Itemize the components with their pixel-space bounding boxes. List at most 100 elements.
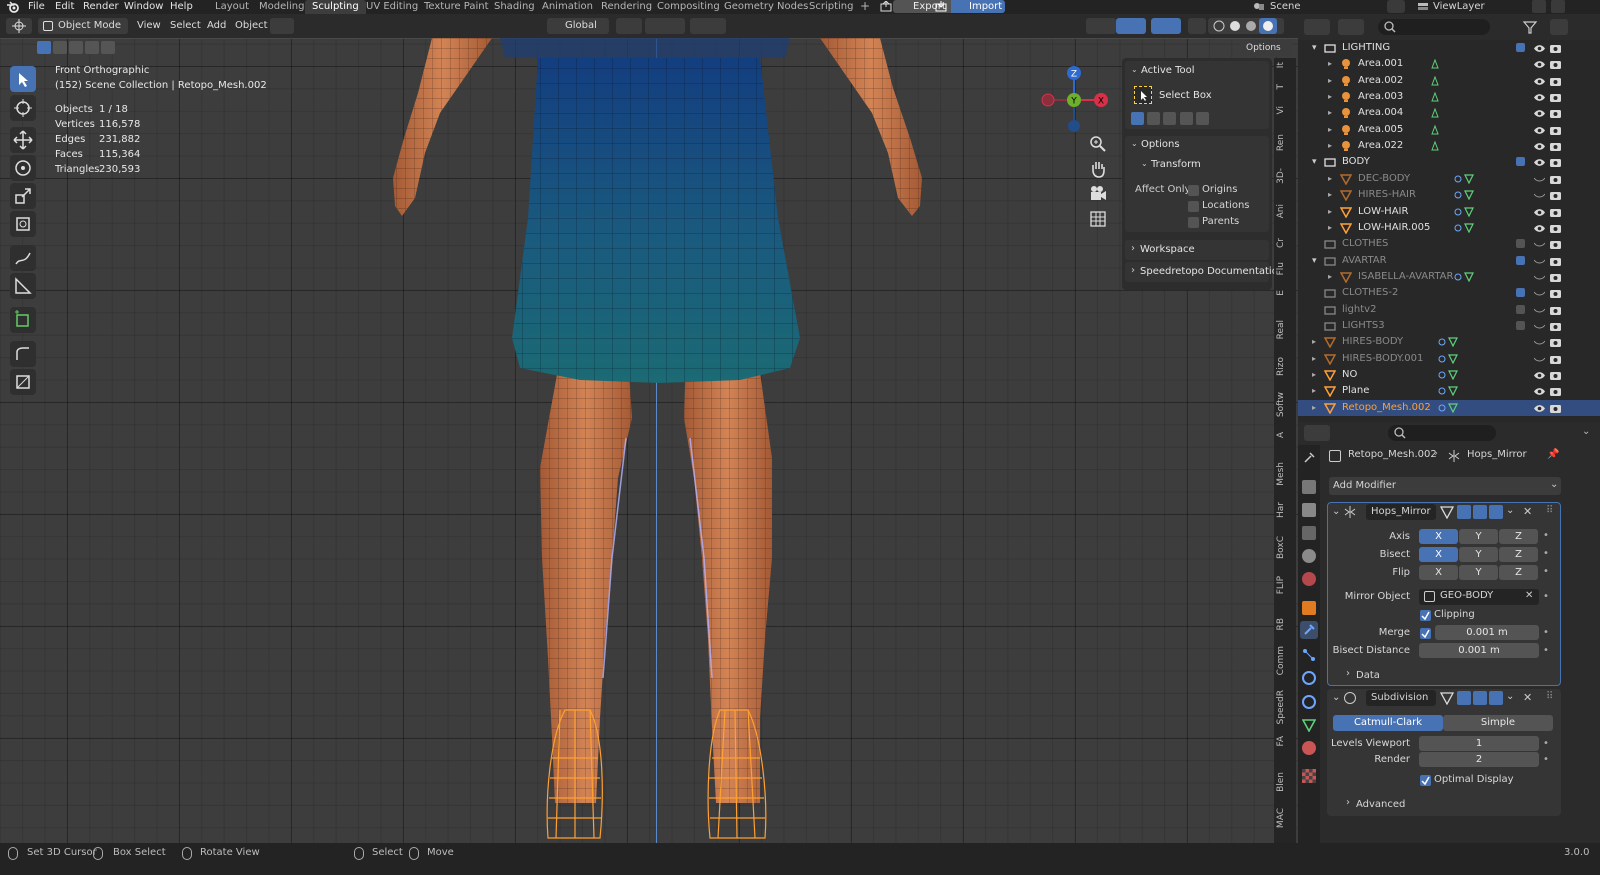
clipping-checkbox[interactable]	[1420, 610, 1431, 621]
render-camera-icon[interactable]	[1550, 305, 1561, 315]
bisect-distance-input[interactable]: 0.001 m	[1419, 643, 1539, 658]
overlay-toggle-icon[interactable]	[1151, 18, 1181, 34]
menu-window[interactable]: Window	[120, 0, 167, 14]
chevron-down-icon[interactable]: ⌄	[1506, 505, 1514, 516]
bisect-y-toggle[interactable]: Y	[1459, 547, 1498, 562]
outliner-row[interactable]: ▸ LOW-HAIR.005	[1298, 220, 1600, 236]
outliner-row[interactable]: ▸ HIRES-HAIR	[1298, 187, 1600, 203]
keyframe-dot-icon[interactable]: •	[1543, 738, 1549, 749]
data-tab-icon[interactable]	[1302, 718, 1316, 732]
sidebar-tab-it[interactable]: It	[1276, 62, 1294, 68]
properties-search-input[interactable]	[1388, 425, 1496, 441]
sidebar-tab-har[interactable]: Har	[1276, 502, 1294, 518]
render-tab-icon[interactable]	[1302, 480, 1316, 494]
outliner-row[interactable]: CLOTHES-2	[1298, 285, 1600, 301]
visibility-eye-icon[interactable]	[1534, 158, 1545, 167]
advanced-subpanel[interactable]: Advanced	[1356, 797, 1405, 812]
drag-handle-icon[interactable]: ⠿	[1546, 691, 1553, 702]
render-camera-icon[interactable]	[1550, 337, 1561, 348]
outliner-row[interactable]: ▸ HIRES-BODY	[1298, 334, 1600, 350]
select-subtract-icon[interactable]	[69, 41, 83, 54]
collapse-arrow-icon[interactable]: ▸	[1328, 220, 1332, 236]
menu-render[interactable]: Render	[79, 0, 123, 14]
outliner-row[interactable]: ▸ LOW-HAIR	[1298, 204, 1600, 220]
visibility-eye-icon[interactable]	[1534, 191, 1545, 200]
collapse-arrow-icon[interactable]: ▸	[1328, 269, 1332, 285]
blender-logo-icon[interactable]	[6, 1, 20, 13]
menu-add[interactable]: Add	[207, 19, 226, 33]
merge-distance-input[interactable]: 0.001 m	[1435, 625, 1539, 640]
axis-z-toggle[interactable]: Z	[1499, 529, 1538, 544]
ortho-grid-icon[interactable]	[1087, 208, 1109, 230]
scale-tool-icon[interactable]	[10, 183, 36, 209]
render-camera-icon[interactable]	[1550, 141, 1561, 152]
edit-mode-icon[interactable]	[1457, 691, 1471, 705]
chevron-down-icon[interactable]: ⌄	[1131, 139, 1138, 148]
collapse-arrow-icon[interactable]: ▸	[1328, 122, 1332, 138]
modifier-tab-icon[interactable]	[1300, 621, 1318, 639]
keyframe-dot-icon[interactable]: •	[1543, 754, 1549, 765]
outliner-search-input[interactable]	[1378, 19, 1490, 35]
outliner-editor-type-icon[interactable]	[1304, 19, 1330, 35]
pan-hand-icon[interactable]	[1087, 158, 1109, 180]
sidebar-tab-flu[interactable]: Flu	[1276, 262, 1294, 275]
collapse-arrow-icon[interactable]: ▸	[1328, 171, 1332, 187]
sidebar-tab-speedr[interactable]: SpeedR	[1276, 690, 1294, 724]
render-camera-icon[interactable]	[1550, 43, 1561, 53]
chevron-down-icon[interactable]: ⌄	[1582, 426, 1590, 437]
visibility-eye-icon[interactable]	[1534, 208, 1545, 217]
visibility-eye-icon[interactable]	[1534, 257, 1545, 266]
render-camera-icon[interactable]	[1550, 321, 1561, 331]
visibility-icon[interactable]	[1086, 18, 1116, 34]
mode-intersect-icon[interactable]	[1195, 112, 1209, 125]
pin-icon[interactable]: 📌	[1547, 449, 1559, 460]
physics-tab-icon[interactable]	[1302, 671, 1316, 685]
sidebar-tab-real[interactable]: Real	[1276, 320, 1294, 339]
mesh-data-icon[interactable]	[1438, 354, 1460, 364]
outliner-row[interactable]: ▾ BODY	[1298, 154, 1600, 170]
menu-view[interactable]: View	[137, 19, 161, 33]
keyframe-dot-icon[interactable]: •	[1543, 591, 1549, 602]
locations-checkbox[interactable]	[1188, 201, 1199, 212]
add-cube-tool-icon[interactable]	[10, 307, 36, 333]
outliner-row[interactable]: ▸ Area.002	[1298, 73, 1600, 89]
outliner-row[interactable]: ▸ NO	[1298, 367, 1600, 383]
sidebar-tab-t[interactable]: T	[1276, 84, 1294, 90]
viewlayer-selector[interactable]: ViewLayer	[1433, 0, 1485, 13]
tab-sculpting[interactable]: Sculpting	[305, 0, 366, 14]
realtime-icon[interactable]	[1473, 691, 1487, 705]
sidebar-tab-mac[interactable]: MAC	[1276, 808, 1294, 828]
visibility-eye-icon[interactable]	[1534, 355, 1545, 364]
clear-object-icon[interactable]: ✕	[1525, 590, 1533, 601]
outliner-row[interactable]: ▸ DEC-BODY	[1298, 171, 1600, 187]
active-tool-header[interactable]: Active Tool	[1141, 65, 1195, 76]
outliner-row[interactable]: ▸ Area.001	[1298, 56, 1600, 72]
mode-subtract-icon[interactable]	[1163, 112, 1177, 125]
sidebar-tab-cr[interactable]: Cr	[1276, 238, 1294, 248]
render-camera-icon[interactable]	[1550, 174, 1561, 184]
cursor-tool-icon[interactable]	[10, 95, 36, 121]
sidebar-tab-rizo[interactable]: Rizo	[1276, 357, 1294, 376]
collapse-arrow-icon[interactable]: ▸	[1312, 400, 1316, 416]
outliner-row[interactable]: lightv2	[1298, 302, 1600, 318]
keyframe-dot-icon[interactable]: •	[1543, 645, 1549, 656]
render-camera-icon[interactable]	[1550, 370, 1561, 380]
select-new-icon[interactable]	[37, 41, 51, 54]
tab-uv-editing[interactable]: UV Editing	[359, 0, 425, 14]
close-icon[interactable]: ✕	[1523, 505, 1532, 518]
render-camera-icon[interactable]	[1550, 386, 1561, 397]
collapse-arrow-icon[interactable]: ▸	[1328, 89, 1332, 105]
chevron-down-icon[interactable]: ⌄	[1332, 692, 1340, 703]
outliner-row[interactable]: ▸ Area.003	[1298, 89, 1600, 105]
outliner-row[interactable]: ▸ Area.004	[1298, 105, 1600, 121]
visibility-eye-icon[interactable]	[1534, 44, 1545, 53]
zoom-icon[interactable]	[1087, 133, 1109, 155]
view-layer-tab-icon[interactable]	[1302, 526, 1316, 540]
optimal-display-checkbox[interactable]	[1420, 775, 1431, 786]
speedretopo-section[interactable]: › Speedretopo Documentation	[1125, 262, 1284, 282]
data-subpanel[interactable]: Data	[1356, 668, 1380, 683]
render-camera-icon[interactable]	[1550, 288, 1561, 299]
render-camera-icon[interactable]	[1550, 157, 1561, 168]
outliner-row[interactable]: ▸ Area.005	[1298, 122, 1600, 138]
chevron-down-icon[interactable]: ⌄	[1506, 691, 1514, 702]
